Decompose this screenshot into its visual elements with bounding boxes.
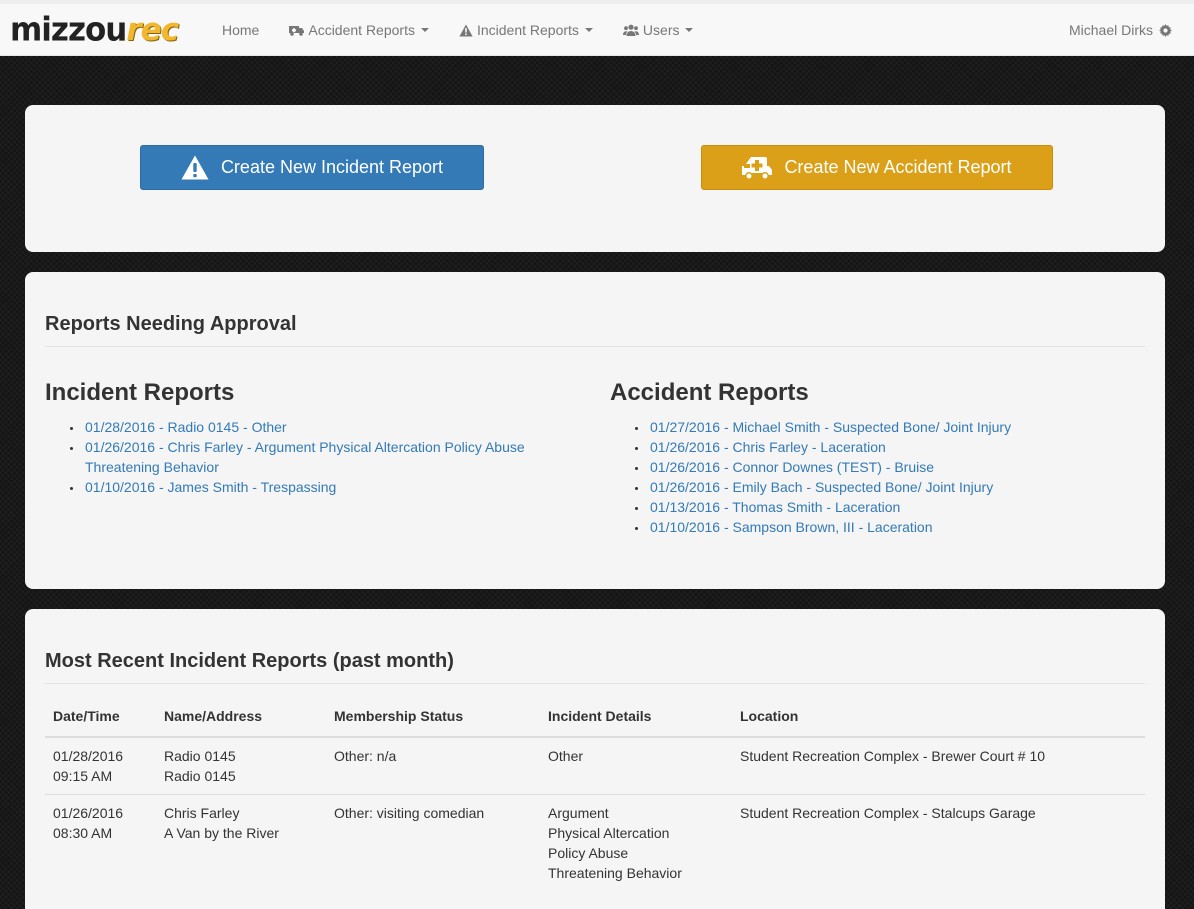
ambulance-icon [289, 25, 305, 36]
incident-reports-list: 01/28/2016 - Radio 0145 - Other 01/26/20… [65, 417, 525, 497]
ambulance-icon [742, 156, 773, 180]
incident-report-link[interactable]: 01/26/2016 - Chris Farley - Argument Phy… [85, 439, 525, 475]
name-address-cell: Radio 0145 Radio 0145 [156, 736, 326, 795]
chevron-down-icon [685, 28, 694, 32]
create-accident-report-label: Create New Accident Report [784, 157, 1012, 177]
chevron-down-icon [420, 28, 429, 32]
report-date: 01/26/2016 [53, 805, 124, 821]
nav-users[interactable]: Users [608, 4, 709, 56]
accident-report-link[interactable]: 01/26/2016 - Chris Farley - Laceration [650, 439, 886, 455]
list-item: 01/10/2016 - James Smith - Trespassing [65, 477, 525, 497]
accident-report-link[interactable]: 01/26/2016 - Connor Downes (TEST) - Brui… [650, 459, 934, 475]
incident-detail: Threatening Behavior [548, 865, 682, 881]
recent-reports-panel: Most Recent Incident Reports (past month… [25, 609, 1165, 909]
membership-cell: Other: n/a [326, 736, 540, 795]
location-cell: Student Recreation Complex - Stalcups Ga… [732, 794, 1145, 891]
create-incident-report-button[interactable]: Create New Incident Report [140, 145, 484, 190]
chevron-down-icon [584, 28, 593, 32]
report-time: 08:30 AM [53, 825, 113, 841]
brand-logo[interactable]: mizzou rec [10, 10, 179, 49]
incident-reports-heading: Incident Reports [45, 379, 235, 406]
nav-users-label: Users [642, 22, 680, 38]
incident-detail: Physical Altercation [548, 825, 670, 841]
report-name: Chris Farley [164, 805, 240, 821]
name-address-cell: Chris Farley A Van by the River [156, 794, 326, 891]
user-name: Michael Dirks [1068, 22, 1153, 38]
brand-logo-rec: rec [126, 11, 179, 48]
accident-report-link[interactable]: 01/27/2016 - Michael Smith - Suspected B… [650, 419, 1011, 435]
report-name: Radio 0145 [164, 748, 236, 764]
nav-home[interactable]: Home [207, 4, 274, 56]
accident-report-link[interactable]: 01/26/2016 - Emily Bach - Suspected Bone… [650, 479, 993, 495]
incident-detail: Argument [548, 805, 609, 821]
list-item: 01/13/2016 - Thomas Smith - Laceration [630, 497, 1130, 517]
table-header-row: Date/Time Name/Address Membership Status… [45, 696, 1145, 738]
list-item: 01/26/2016 - Connor Downes (TEST) - Brui… [630, 457, 1130, 477]
datetime-cell: 01/26/2016 08:30 AM [45, 794, 156, 891]
accident-report-link[interactable]: 01/10/2016 - Sampson Brown, III - Lacera… [650, 519, 933, 535]
incident-report-link[interactable]: 01/28/2016 - Radio 0145 - Other [85, 419, 287, 435]
location-cell: Student Recreation Complex - Brewer Cour… [732, 736, 1145, 795]
report-time: 09:15 AM [53, 768, 113, 784]
create-incident-report-label: Create New Incident Report [220, 157, 444, 177]
warning-icon [181, 155, 209, 180]
recent-reports-title: Most Recent Incident Reports (past month… [45, 650, 1145, 684]
list-item: 01/26/2016 - Chris Farley - Argument Phy… [65, 437, 525, 477]
column-header: Incident Details [540, 696, 732, 738]
details-cell: Other [540, 736, 732, 795]
incident-detail: Policy Abuse [548, 845, 629, 861]
nav-accident-reports[interactable]: Accident Reports [274, 4, 444, 56]
list-item: 01/26/2016 - Chris Farley - Laceration [630, 437, 1130, 457]
approval-panel: Reports Needing Approval Incident Report… [25, 272, 1165, 589]
column-header: Date/Time [45, 696, 156, 738]
membership-cell: Other: visiting comedian [326, 794, 540, 891]
brand-logo-mizzou: mizzou [10, 10, 127, 49]
column-header: Location [732, 696, 1145, 738]
table-row[interactable]: 01/26/2016 08:30 AM Chris Farley A Van b… [45, 794, 1145, 891]
actions-panel: Create New Incident Report Create New Ac… [25, 105, 1165, 252]
nav-home-label: Home [222, 22, 260, 38]
datetime-cell: 01/28/2016 09:15 AM [45, 736, 156, 795]
accident-reports-heading: Accident Reports [610, 379, 809, 406]
navbar: mizzou rec Home Accident Reports Incident… [0, 4, 1194, 56]
users-icon [622, 24, 639, 36]
approval-title: Reports Needing Approval [45, 313, 1145, 347]
recent-reports-table: Date/Time Name/Address Membership Status… [45, 696, 1145, 891]
incident-detail: Other [548, 748, 584, 764]
report-address: A Van by the River [164, 825, 279, 841]
create-accident-report-button[interactable]: Create New Accident Report [701, 145, 1053, 190]
main-nav: Home Accident Reports Incident Reports U… [207, 4, 708, 56]
list-item: 01/10/2016 - Sampson Brown, III - Lacera… [630, 517, 1130, 537]
details-cell: Argument Physical Altercation Policy Abu… [540, 794, 732, 891]
nav-accident-reports-label: Accident Reports [308, 22, 415, 38]
list-item: 01/27/2016 - Michael Smith - Suspected B… [630, 417, 1130, 437]
list-item: 01/28/2016 - Radio 0145 - Other [65, 417, 525, 437]
nav-incident-reports[interactable]: Incident Reports [444, 4, 608, 56]
warning-icon [459, 24, 473, 37]
accident-reports-list: 01/27/2016 - Michael Smith - Suspected B… [630, 417, 1130, 537]
accident-report-link[interactable]: 01/13/2016 - Thomas Smith - Laceration [650, 499, 900, 515]
table-row[interactable]: 01/28/2016 09:15 AM Radio 0145 Radio 014… [45, 736, 1145, 795]
gear-icon[interactable] [1159, 23, 1172, 37]
report-address: Radio 0145 [164, 768, 236, 784]
nav-incident-reports-label: Incident Reports [476, 22, 579, 38]
incident-report-link[interactable]: 01/10/2016 - James Smith - Trespassing [85, 479, 336, 495]
list-item: 01/26/2016 - Emily Bach - Suspected Bone… [630, 477, 1130, 497]
column-header: Membership Status [326, 696, 540, 738]
column-header: Name/Address [156, 696, 326, 738]
user-menu[interactable]: Michael Dirks [1069, 4, 1172, 56]
report-date: 01/28/2016 [53, 748, 124, 764]
